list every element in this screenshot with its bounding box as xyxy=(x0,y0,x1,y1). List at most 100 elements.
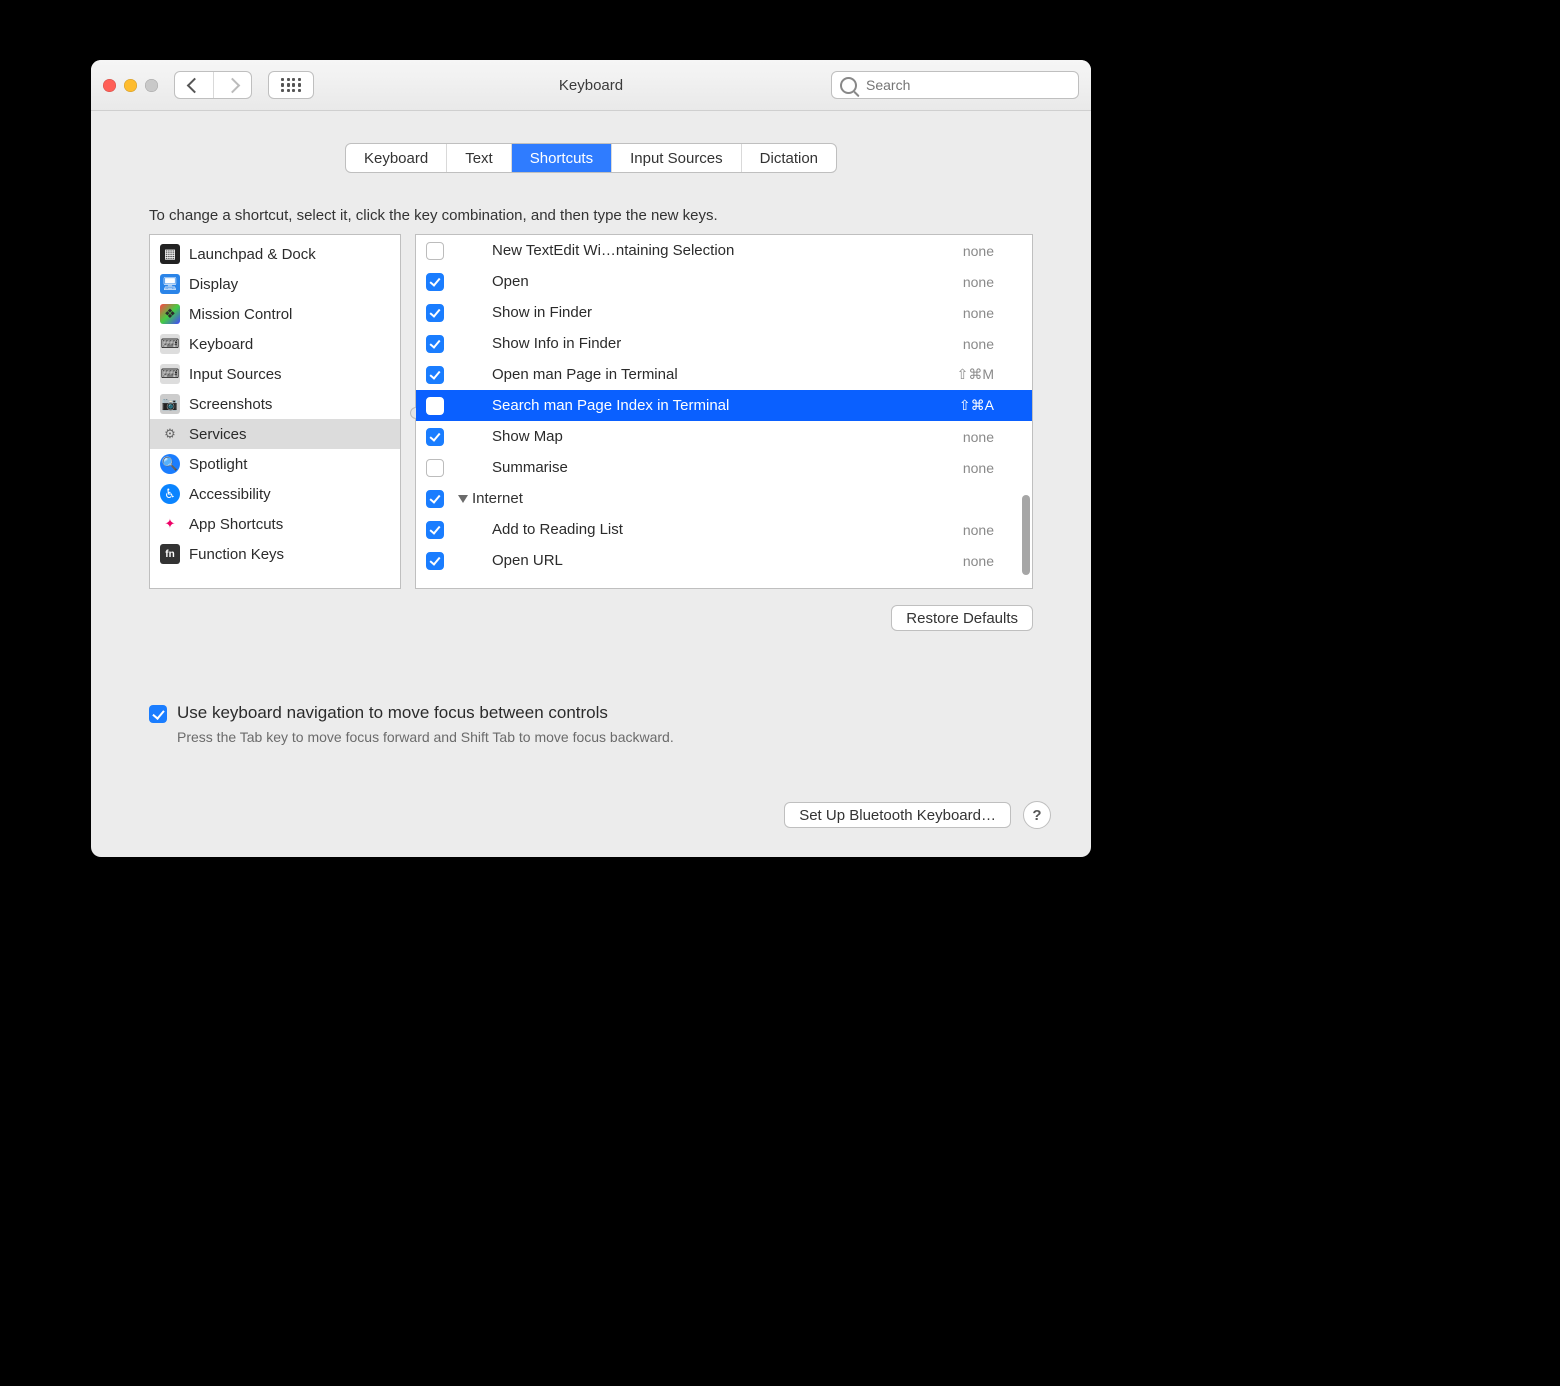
service-shortcut[interactable]: none xyxy=(963,553,1022,569)
category-accessibility[interactable]: ♿︎ Accessibility xyxy=(150,479,400,509)
keyboard-icon: ⌨︎ xyxy=(160,334,180,354)
service-row[interactable]: Search man Page Index in Terminal⇧⌘A xyxy=(416,390,1032,421)
shortcut-pane: New TextEdit Wi…ntaining SelectionnoneOp… xyxy=(415,234,1033,589)
service-label: Show in Finder xyxy=(492,304,963,321)
close-window-button[interactable] xyxy=(103,79,116,92)
service-checkbox[interactable] xyxy=(426,428,444,446)
service-label: Open xyxy=(492,273,963,290)
service-row[interactable]: Show in Findernone xyxy=(416,297,1032,328)
service-row[interactable]: Summarisenone xyxy=(416,452,1032,483)
input-icon: ⌨︎ xyxy=(160,364,180,384)
category-function-keys[interactable]: fnFunction Keys xyxy=(150,539,400,569)
category-label: Spotlight xyxy=(189,456,247,473)
service-label: Search man Page Index in Terminal xyxy=(492,397,959,414)
spotlight-icon: 🔍 xyxy=(160,454,180,474)
service-checkbox[interactable] xyxy=(426,397,444,415)
category-label: Display xyxy=(189,276,238,293)
show-all-button[interactable] xyxy=(268,71,314,99)
zoom-window-button[interactable] xyxy=(145,79,158,92)
service-shortcut[interactable]: none xyxy=(963,243,1022,259)
launchpad-icon: ▦ xyxy=(160,244,180,264)
mission-icon: ❖ xyxy=(160,304,180,324)
minimize-window-button[interactable] xyxy=(124,79,137,92)
traffic-lights xyxy=(103,79,158,92)
services-icon: ⚙︎ xyxy=(160,424,180,444)
category-label: Accessibility xyxy=(189,486,271,503)
scrollbar-thumb[interactable] xyxy=(1022,495,1030,575)
instruction-text: To change a shortcut, select it, click t… xyxy=(149,207,1033,224)
service-checkbox[interactable] xyxy=(426,459,444,477)
service-checkbox[interactable] xyxy=(426,366,444,384)
service-label: Open URL xyxy=(492,552,963,569)
service-shortcut[interactable]: ⇧⌘A xyxy=(959,397,1022,414)
apps-icon: ✦ xyxy=(160,514,180,534)
service-shortcut[interactable]: none xyxy=(963,522,1022,538)
category-keyboard[interactable]: ⌨︎Keyboard xyxy=(150,329,400,359)
service-checkbox[interactable] xyxy=(426,242,444,260)
service-row[interactable]: Open man Page in Terminal⇧⌘M xyxy=(416,359,1032,390)
service-label: Summarise xyxy=(492,459,963,476)
nav-back-forward xyxy=(174,71,252,99)
tab-shortcuts[interactable]: Shortcuts xyxy=(512,144,612,172)
service-checkbox[interactable] xyxy=(426,490,444,508)
tab-text[interactable]: Text xyxy=(447,144,512,172)
service-checkbox[interactable] xyxy=(426,335,444,353)
category-label: Screenshots xyxy=(189,396,272,413)
service-shortcut[interactable]: none xyxy=(963,460,1022,476)
service-checkbox[interactable] xyxy=(426,304,444,322)
accessibility-icon: ♿︎ xyxy=(160,484,180,504)
screenshot-icon: 📷 xyxy=(160,394,180,414)
display-icon: 🖥 xyxy=(160,274,180,294)
service-shortcut[interactable]: none xyxy=(963,429,1022,445)
keyboard-nav-option: Use keyboard navigation to move focus be… xyxy=(149,703,1033,745)
service-shortcut[interactable]: none xyxy=(963,305,1022,321)
category-app-shortcuts[interactable]: ✦ App Shortcuts xyxy=(150,509,400,539)
restore-defaults-button[interactable]: Restore Defaults xyxy=(891,605,1033,631)
category-input-sources[interactable]: ⌨︎Input Sources xyxy=(150,359,400,389)
category-label: App Shortcuts xyxy=(189,516,283,533)
tab-bar: KeyboardTextShortcutsInput SourcesDictat… xyxy=(113,143,1069,173)
group-label: Internet xyxy=(472,490,523,507)
chevron-left-icon xyxy=(186,77,202,93)
tab-keyboard[interactable]: Keyboard xyxy=(346,144,447,172)
service-label: New TextEdit Wi…ntaining Selection xyxy=(492,242,963,259)
back-button[interactable] xyxy=(175,72,213,98)
keyboard-nav-hint: Press the Tab key to move focus forward … xyxy=(177,729,674,745)
service-group[interactable]: Internet xyxy=(416,483,1032,514)
forward-button[interactable] xyxy=(213,72,251,98)
category-screenshots[interactable]: 📷 Screenshots xyxy=(150,389,400,419)
category-services[interactable]: ⚙︎Services xyxy=(150,419,400,449)
service-shortcut[interactable]: none xyxy=(963,274,1022,290)
category-label: Mission Control xyxy=(189,306,292,323)
service-label: Add to Reading List xyxy=(492,521,963,538)
service-label: Show Map xyxy=(492,428,963,445)
category-launchpad-dock[interactable]: ▦ Launchpad & Dock xyxy=(150,239,400,269)
service-row[interactable]: Add to Reading Listnone xyxy=(416,514,1032,545)
search-field[interactable] xyxy=(831,71,1079,99)
category-spotlight[interactable]: 🔍 Spotlight xyxy=(150,449,400,479)
service-row[interactable]: Opennone xyxy=(416,266,1032,297)
preferences-window: Keyboard KeyboardTextShortcutsInput Sour… xyxy=(91,60,1091,857)
bluetooth-keyboard-button[interactable]: Set Up Bluetooth Keyboard… xyxy=(784,802,1011,828)
service-checkbox[interactable] xyxy=(426,273,444,291)
tab-dictation[interactable]: Dictation xyxy=(742,144,836,172)
service-shortcut[interactable]: ⇧⌘M xyxy=(957,366,1022,383)
tab-input-sources[interactable]: Input Sources xyxy=(612,144,742,172)
service-row[interactable]: Open URLnone xyxy=(416,545,1032,576)
service-row[interactable]: Show Mapnone xyxy=(416,421,1032,452)
service-shortcut[interactable]: none xyxy=(963,336,1022,352)
category-mission-control[interactable]: ❖ Mission Control xyxy=(150,299,400,329)
grid-icon xyxy=(281,78,301,92)
service-row[interactable]: Show Info in Findernone xyxy=(416,328,1032,359)
keyboard-nav-checkbox[interactable] xyxy=(149,705,167,723)
service-row[interactable]: New TextEdit Wi…ntaining Selectionnone xyxy=(416,235,1032,266)
panes: ▦ Launchpad & Dock 🖥 Display ❖ Mission Contro… xyxy=(149,234,1033,589)
keyboard-nav-label: Use keyboard navigation to move focus be… xyxy=(177,703,674,723)
category-label: Launchpad & Dock xyxy=(189,246,316,263)
help-button[interactable]: ? xyxy=(1023,801,1051,829)
service-checkbox[interactable] xyxy=(426,552,444,570)
service-checkbox[interactable] xyxy=(426,521,444,539)
titlebar: Keyboard xyxy=(91,60,1091,111)
search-input[interactable] xyxy=(864,76,1070,94)
category-display[interactable]: 🖥 Display xyxy=(150,269,400,299)
